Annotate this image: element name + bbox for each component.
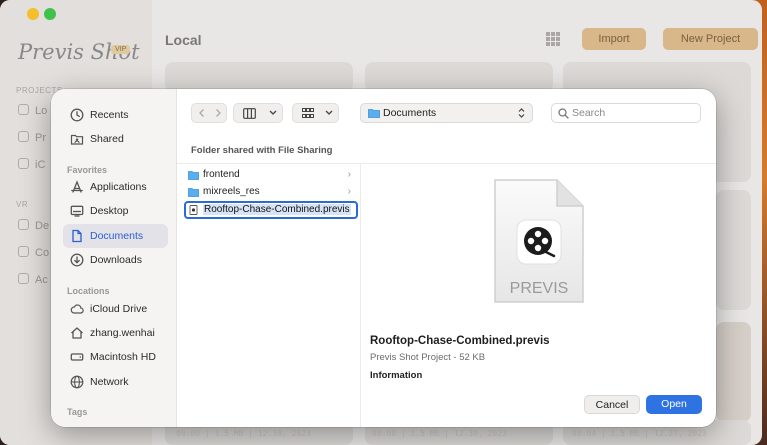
locations-heading: Locations (67, 286, 110, 296)
page-title: Local (165, 32, 202, 48)
updown-chevron-icon (518, 108, 525, 118)
sidebar-item-account[interactable]: Ac (18, 273, 48, 286)
search-icon (558, 108, 569, 119)
sidebar-item-documents[interactable]: Documents (63, 224, 168, 248)
sidebar-item-icloud[interactable]: iC (18, 158, 45, 171)
chevron-right-icon[interactable] (213, 108, 223, 118)
previs-file-icon (189, 205, 198, 215)
desktop-icon (70, 205, 84, 217)
column-view-button[interactable] (233, 103, 283, 123)
hard-drive-icon (70, 353, 84, 361)
globe-icon (70, 375, 84, 389)
folder-icon (368, 109, 380, 118)
sidebar-item-downloads[interactable]: Downloads (63, 248, 168, 272)
sidebar-item-recents[interactable]: Recents (63, 103, 168, 127)
minimize-window-button[interactable] (27, 8, 39, 20)
vip-badge: VIP (111, 45, 131, 54)
chevron-down-icon (269, 110, 277, 115)
file-row-mixreels-res[interactable]: mixreels_res › (185, 184, 357, 200)
card-footer: 00:00 | 1.5 MB | 12.30, 2023 (176, 429, 311, 438)
favorites-heading: Favorites (67, 165, 108, 175)
preview-file-kind-size: Previs Shot Project - 52 KB (370, 352, 486, 363)
project-card[interactable] (716, 322, 751, 422)
chevron-down-icon (325, 110, 333, 115)
back-forward-control (191, 103, 227, 123)
applications-icon (71, 180, 83, 193)
sidebar-item-home[interactable]: zhang.wenhai (63, 321, 168, 345)
import-button[interactable]: Import (582, 28, 646, 50)
folder-icon (18, 104, 29, 115)
dialog-sidebar: Recents Shared Favorites Applications De… (51, 89, 177, 427)
previs-document-preview-icon: PREVIS (494, 179, 584, 303)
project-icon (18, 131, 29, 142)
sidebar-item-connect[interactable]: Co (18, 246, 49, 259)
card-footer: 00:04 | 1.5 MB | 12.27, 2023 (572, 429, 707, 438)
shared-folder-banner: Folder shared with File Sharing (191, 145, 333, 156)
home-icon (71, 327, 83, 339)
file-row-frontend[interactable]: frontend › (185, 167, 357, 183)
cancel-button[interactable]: Cancel (584, 395, 640, 414)
preview-doc-label: PREVIS (510, 280, 569, 297)
search-field (551, 103, 701, 123)
location-label: Documents (383, 107, 437, 119)
download-icon (70, 253, 84, 267)
open-file-dialog: Recents Shared Favorites Applications De… (51, 89, 716, 427)
chevron-right-icon: › (347, 186, 351, 197)
new-project-button[interactable]: New Project (663, 28, 758, 50)
sidebar-item-projects[interactable]: Pr (18, 131, 46, 144)
search-input[interactable] (572, 107, 692, 119)
sidebar-item-devices[interactable]: De (18, 219, 49, 232)
chevron-right-icon: › (347, 169, 351, 180)
folder-icon (188, 188, 199, 197)
document-icon (72, 229, 82, 243)
project-card[interactable] (365, 62, 553, 92)
grid-view-icon[interactable] (546, 32, 560, 46)
cloud-icon (18, 158, 29, 169)
file-column: frontend › mixreels_res › Rooftop-Chase-… (181, 163, 361, 427)
tags-heading: Tags (67, 407, 88, 417)
device-icon (18, 219, 29, 230)
account-icon (18, 273, 29, 284)
location-popup[interactable]: Documents (360, 103, 533, 123)
preview-information-heading: Information (370, 370, 423, 381)
columns-icon (243, 108, 256, 119)
sidebar-item-local[interactable]: Lo (18, 104, 47, 117)
card-footer: 00:00 | 1.5 MB | 12.30, 2023 (372, 429, 507, 438)
connect-icon (18, 246, 29, 257)
zoom-window-button[interactable] (44, 8, 56, 20)
sidebar-item-macintosh-hd[interactable]: Macintosh HD (63, 345, 168, 369)
sidebar-section-vr: VR (16, 200, 29, 209)
folder-icon (188, 171, 199, 180)
sidebar-item-shared[interactable]: Shared (63, 127, 168, 151)
sidebar-item-desktop[interactable]: Desktop (63, 199, 168, 223)
open-button[interactable]: Open (646, 395, 702, 414)
sidebar-item-icloud-drive[interactable]: iCloud Drive (63, 297, 168, 321)
cloud-icon (70, 304, 84, 314)
chevron-left-icon[interactable] (197, 108, 207, 118)
grid-icon (302, 108, 314, 118)
project-card[interactable] (716, 190, 751, 310)
project-card[interactable] (165, 62, 353, 92)
shared-folder-icon (70, 134, 84, 145)
preview-filename: Rooftop-Chase-Combined.previs (370, 335, 550, 347)
group-by-button[interactable] (292, 103, 339, 123)
clock-icon (70, 108, 84, 122)
close-window-button[interactable] (10, 8, 22, 20)
sidebar-item-network[interactable]: Network (63, 370, 168, 394)
sidebar-item-applications[interactable]: Applications (63, 175, 168, 199)
file-row-rooftop-chase-combined[interactable]: Rooftop-Chase-Combined.previs (184, 201, 358, 219)
